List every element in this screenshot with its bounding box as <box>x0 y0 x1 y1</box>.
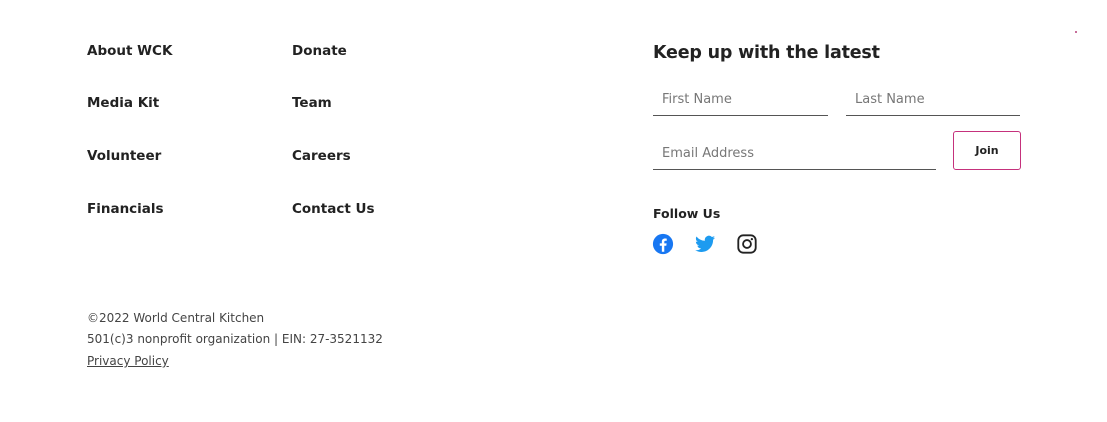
nonprofit-text: 501(c)3 nonprofit organization | EIN: 27… <box>87 332 383 346</box>
instagram-icon[interactable] <box>736 233 758 255</box>
footer-link-volunteer[interactable]: Volunteer <box>87 148 161 164</box>
twitter-icon[interactable] <box>694 233 716 255</box>
footer-link-contact[interactable]: Contact Us <box>292 201 375 217</box>
decorative-dot <box>1075 31 1077 33</box>
footer-link-team[interactable]: Team <box>292 95 332 111</box>
footer-link-careers[interactable]: Careers <box>292 148 351 164</box>
first-name-field[interactable] <box>653 84 828 116</box>
last-name-field[interactable] <box>846 84 1020 116</box>
footer-link-media-kit[interactable]: Media Kit <box>87 95 159 111</box>
facebook-icon[interactable] <box>652 233 674 255</box>
email-field[interactable] <box>653 138 936 170</box>
footer-link-donate[interactable]: Donate <box>292 43 347 59</box>
footer-link-financials[interactable]: Financials <box>87 201 164 217</box>
join-button[interactable]: Join <box>953 131 1021 170</box>
signup-title: Keep up with the latest <box>653 43 880 63</box>
follow-us-label: Follow Us <box>653 206 721 221</box>
footer-link-about[interactable]: About WCK <box>87 43 172 59</box>
copyright-text: ©2022 World Central Kitchen <box>87 311 265 325</box>
privacy-policy-link[interactable]: Privacy Policy <box>87 354 169 368</box>
